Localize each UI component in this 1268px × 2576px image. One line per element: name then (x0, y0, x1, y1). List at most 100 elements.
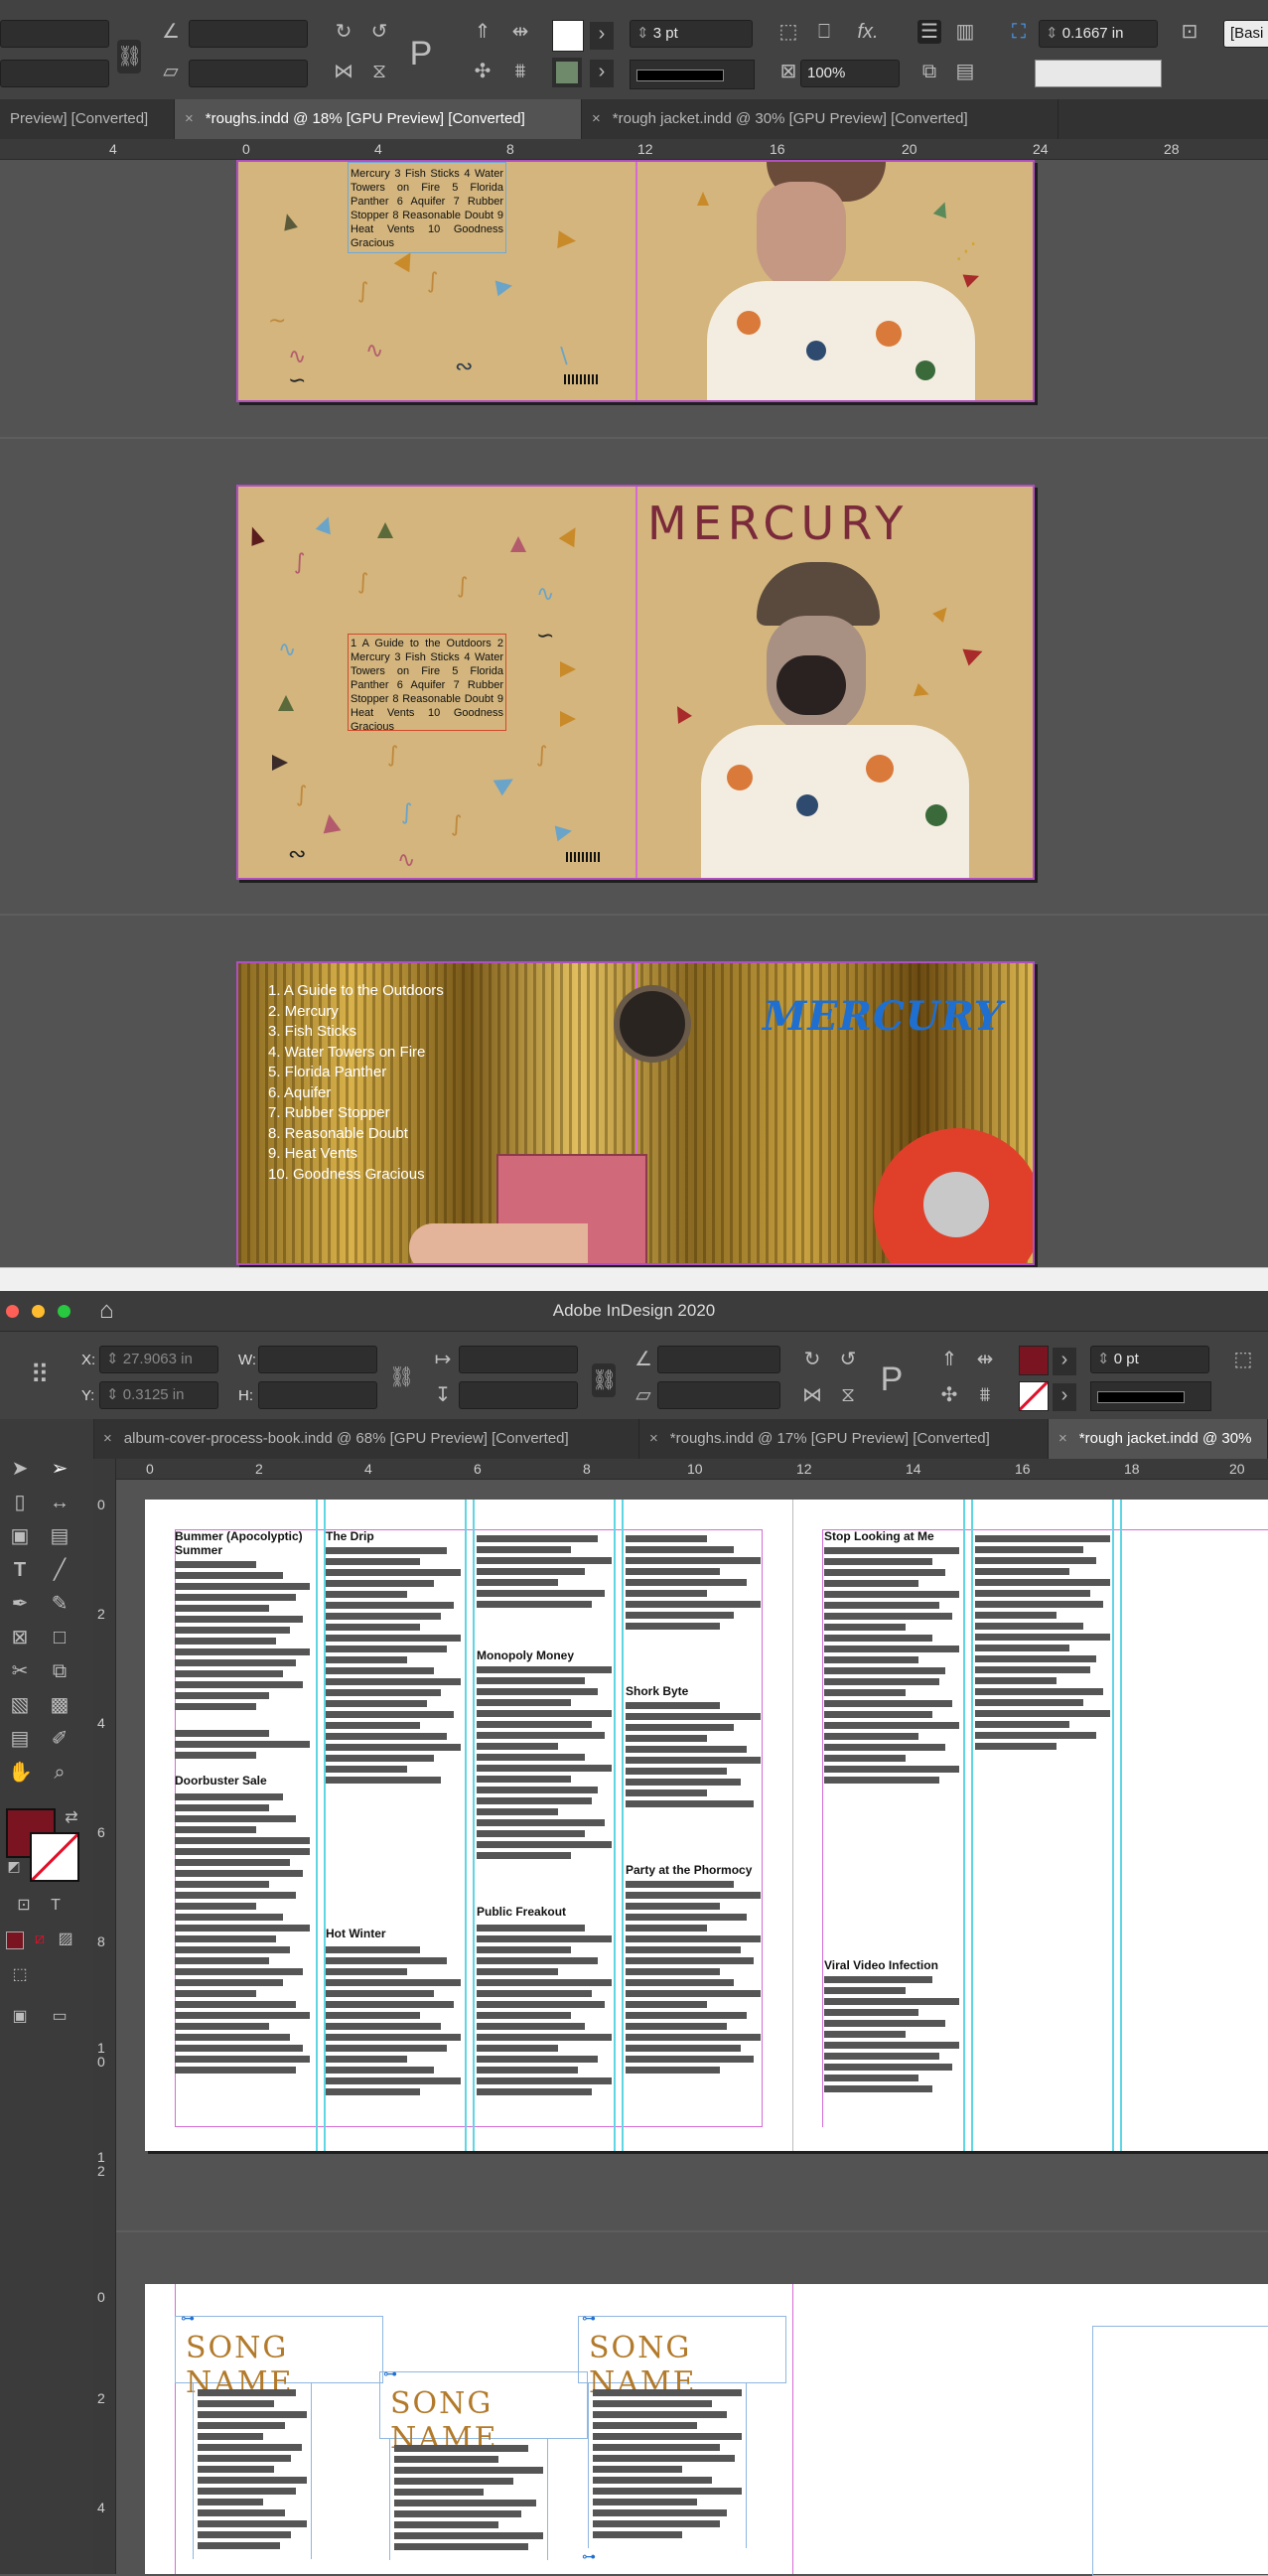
album-title[interactable]: MERCURY (647, 497, 909, 550)
scale-field[interactable]: 100% (800, 60, 900, 87)
x-field[interactable]: ⇕ 27.9063 in (99, 1346, 218, 1373)
song-name-frame[interactable]: SONG NAME (379, 2371, 588, 2456)
fit-content-icon[interactable]: ⎕ (812, 20, 836, 44)
song-heading[interactable]: Viral Video Infection (824, 1958, 938, 1972)
gradient-feather-tool-icon[interactable]: ▩ (48, 1693, 71, 1717)
close-icon[interactable]: × (592, 110, 601, 127)
shear-field[interactable] (189, 60, 308, 87)
link-icon[interactable]: ⊶ (181, 2310, 195, 2327)
stroke-weight-field[interactable]: ⇕ 3 pt (630, 20, 753, 48)
tracklist-frame[interactable]: 1 A Guide to the Outdoors 2 Mercury 3 Fi… (348, 634, 506, 733)
close-icon[interactable]: × (185, 110, 194, 127)
tab-preview-converted[interactable]: Preview] [Converted] (0, 99, 175, 139)
constrain-link-icon[interactable]: ⛓ (117, 40, 142, 73)
select-content-icon[interactable]: ⩩ (973, 1383, 997, 1407)
tab-rough-jacket[interactable]: × *rough jacket.indd @ 30% (1049, 1419, 1268, 1459)
zoom-tool-icon[interactable]: ⌕ (48, 1761, 71, 1785)
paragraph-style-field[interactable]: [Basi (1223, 20, 1268, 48)
link-icon[interactable]: ⊶ (582, 2310, 596, 2327)
lyrics-spread[interactable]: Bummer (Apocolyptic) Summer Doorbuster S… (145, 1500, 1268, 2151)
frame-fitting-icon[interactable]: ⬚ (1231, 1348, 1255, 1371)
constrain-link-icon[interactable]: ⛓ (389, 1365, 414, 1389)
song-heading[interactable]: Doorbuster Sale (175, 1774, 267, 1788)
rotate-ccw-icon[interactable]: ↺ (367, 20, 391, 44)
stroke-weight-field[interactable]: ⇕ 0 pt (1090, 1346, 1209, 1373)
stroke-color-box[interactable] (30, 1832, 79, 1882)
text-wrap-icon[interactable]: ☰ (917, 20, 941, 44)
song-heading[interactable]: Public Freakout (477, 1905, 566, 1919)
apply-none-icon[interactable]: ⧄ (28, 1928, 52, 1951)
lyrics-text-block[interactable] (477, 1925, 612, 2099)
stroke-none-swatch[interactable] (1019, 1381, 1049, 1411)
tab-rough-jacket-30[interactable]: × *rough jacket.indd @ 30% [GPU Preview] … (582, 99, 1058, 139)
rotate-ccw-icon[interactable]: ↺ (836, 1348, 860, 1371)
select-content-icon[interactable]: ⩩ (508, 60, 532, 83)
lyrics-text-block[interactable] (326, 1547, 461, 1788)
rotation-field[interactable] (189, 20, 308, 48)
auto-fit-icon[interactable]: ⛶ (1007, 20, 1031, 44)
minimize-window-button[interactable] (32, 1305, 45, 1318)
song-heading[interactable]: The Drip (326, 1529, 374, 1543)
select-container-icon[interactable]: ✣ (471, 60, 494, 83)
lyrics-text-block[interactable] (477, 1666, 612, 1863)
scissors-tool-icon[interactable]: ✂ (8, 1659, 32, 1683)
cover-photo[interactable]: ⋰ (637, 162, 1033, 400)
song-name-frame[interactable]: SONG NAME (175, 2316, 383, 2400)
eyedropper-tool-icon[interactable]: ✐ (48, 1727, 71, 1751)
cover-photo[interactable] (637, 546, 1033, 878)
h-field[interactable] (258, 1381, 377, 1409)
select-container-icon[interactable]: ✣ (937, 1383, 961, 1407)
text-path-icon[interactable]: P (409, 34, 433, 73)
distribute-icon[interactable]: ⇹ (973, 1348, 997, 1371)
lyrics-text-block[interactable] (477, 1535, 612, 1612)
hand-tool-icon[interactable]: ✋ (8, 1761, 33, 1785)
content-placer-icon[interactable]: ▤ (48, 1524, 71, 1548)
stroke-menu-icon[interactable]: › (1053, 1383, 1076, 1411)
stroke-swatch[interactable] (552, 58, 582, 87)
direct-selection-tool-icon[interactable]: ➢ (48, 1457, 71, 1481)
frame-settings-icon[interactable]: ⊡ (1178, 20, 1201, 44)
rotation-field[interactable] (657, 1346, 780, 1373)
album-title[interactable]: MERCURY (763, 993, 1003, 1040)
rectangle-frame-tool-icon[interactable]: ⊠ (8, 1626, 32, 1649)
type-tool-icon[interactable]: T (8, 1558, 32, 1582)
horizontal-ruler-bottom[interactable]: 0 2 4 6 8 10 12 14 16 18 20 (115, 1459, 1268, 1480)
wrap-around-icon[interactable]: ▥ (953, 20, 977, 44)
tab-roughs-18[interactable]: × *roughs.indd @ 18% [GPU Preview] [Conve… (175, 99, 582, 139)
y-field[interactable]: ⇕ 0.3125 in (99, 1381, 218, 1409)
link-icon[interactable]: ⊶ (582, 2548, 596, 2565)
empty-frame[interactable] (1092, 2326, 1268, 2576)
home-icon[interactable]: ⌂ (99, 1297, 114, 1325)
song-heading[interactable]: Monopoly Money (477, 1648, 574, 1662)
rotate-cw-icon[interactable]: ↻ (800, 1348, 824, 1371)
view-mode-icon[interactable]: ⬚ (8, 1963, 32, 1987)
tracklist[interactable]: 1. A Guide to the Outdoors 2. Mercury 3.… (268, 981, 444, 1185)
apply-gradient-icon[interactable]: ▨ (54, 1928, 77, 1951)
note-tool-icon[interactable]: ▤ (8, 1727, 32, 1751)
formatting-container-icon[interactable]: ⊡ (12, 1894, 36, 1918)
content-collector-icon[interactable]: ▣ (8, 1524, 32, 1548)
stroke-style-preview[interactable] (1035, 60, 1162, 87)
flip-h-icon[interactable]: ⋈ (800, 1383, 824, 1407)
fill-swatch[interactable] (552, 20, 584, 52)
lyrics-text-block[interactable] (824, 1547, 959, 1788)
gradient-swatch-tool-icon[interactable]: ▧ (8, 1693, 32, 1717)
wrap-jump-icon[interactable]: ▤ (953, 60, 977, 83)
song-heading[interactable]: Stop Looking at Me (824, 1529, 934, 1543)
flip-v-icon[interactable]: ⧖ (836, 1383, 860, 1407)
lyrics-text-block[interactable] (175, 1793, 310, 2077)
close-window-button[interactable] (6, 1305, 19, 1318)
pencil-tool-icon[interactable]: ✎ (48, 1592, 71, 1616)
align-icon[interactable]: ⇑ (471, 20, 494, 44)
lyrics-text-block[interactable] (326, 1946, 461, 2099)
text-path-icon[interactable]: P (880, 1360, 904, 1399)
formatting-text-icon[interactable]: T (44, 1894, 68, 1918)
wrap-object-icon[interactable]: ⧉ (917, 60, 941, 83)
lyrics-text-block[interactable] (975, 1535, 1110, 1754)
flip-v-icon[interactable]: ⧖ (367, 60, 391, 83)
swap-colors-icon[interactable]: ⇄ (60, 1806, 83, 1830)
link-icon[interactable]: ⊶ (383, 2365, 397, 2382)
apply-color-icon[interactable] (6, 1932, 24, 1949)
horizontal-ruler-top[interactable]: 4 0 4 8 12 16 20 24 28 (0, 139, 1268, 160)
default-colors-icon[interactable]: ◩ (2, 1854, 26, 1878)
